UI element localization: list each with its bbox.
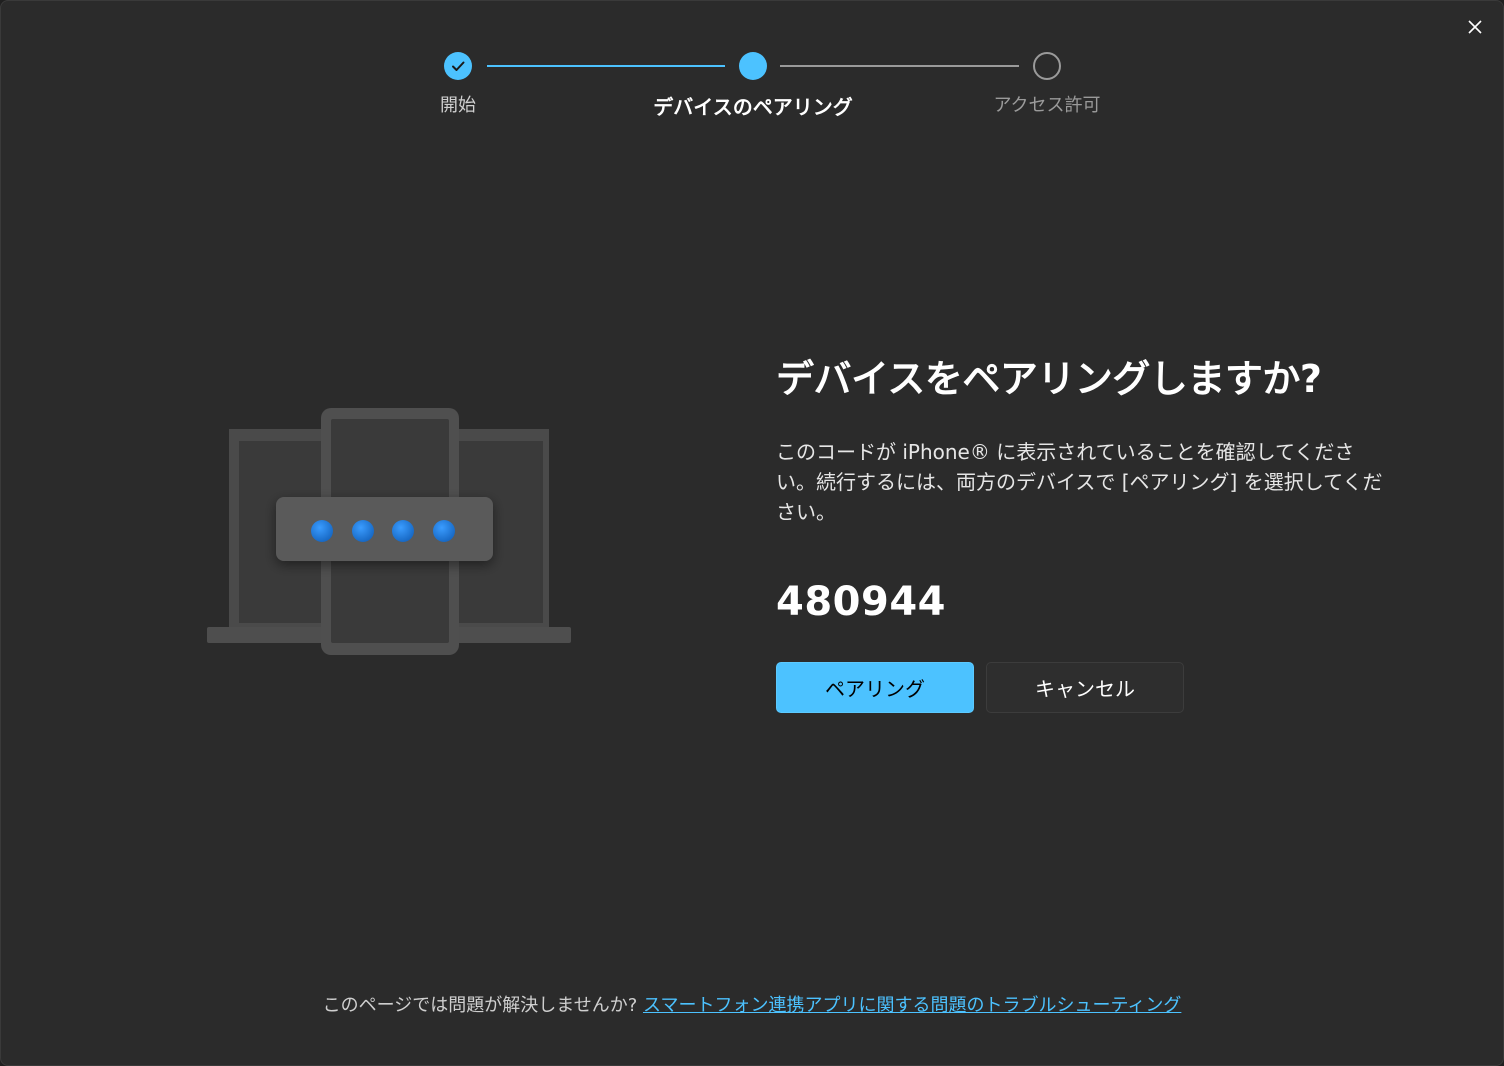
dialog-actions: ペアリング キャンセル [776, 662, 1184, 713]
pair-button[interactable]: ペアリング [776, 662, 974, 713]
pairing-dialog: 開始 デバイスのペアリング アクセス許可 デバイスをペアリングしますか? このコ… [0, 0, 1504, 1066]
pairing-content: デバイスをペアリングしますか? このコードが iPhone® に表示されているこ… [776, 351, 1416, 625]
device-pairing-illustration [201, 401, 581, 661]
step-3-label: アクセス許可 [993, 95, 1101, 116]
checkmark-icon [452, 61, 465, 71]
step-3-indicator [1033, 52, 1061, 80]
cancel-button[interactable]: キャンセル [986, 662, 1184, 713]
step-2-label: デバイスのペアリング [653, 95, 853, 119]
dialog-title: デバイスをペアリングしますか? [776, 357, 1322, 401]
pairing-code: 480944 [776, 579, 946, 625]
step-1-label: 開始 [440, 95, 476, 116]
help-footer: このページでは問題が解決しませんか? スマートフォン連携アプリに関する問題のトラ… [1, 991, 1503, 1017]
help-question: このページでは問題が解決しませんか? [322, 995, 643, 1016]
dialog-description: このコードが iPhone® に表示されていることを確認してください。続行するに… [776, 440, 1383, 524]
step-2-indicator [739, 52, 767, 80]
troubleshooting-link[interactable]: スマートフォン連携アプリに関する問題のトラブルシューティング [643, 995, 1181, 1016]
step-connector-pending [780, 65, 1019, 67]
step-connector-completed [487, 65, 725, 67]
progress-stepper: 開始 デバイスのペアリング アクセス許可 [1, 1, 1503, 131]
step-1-indicator [444, 52, 472, 80]
